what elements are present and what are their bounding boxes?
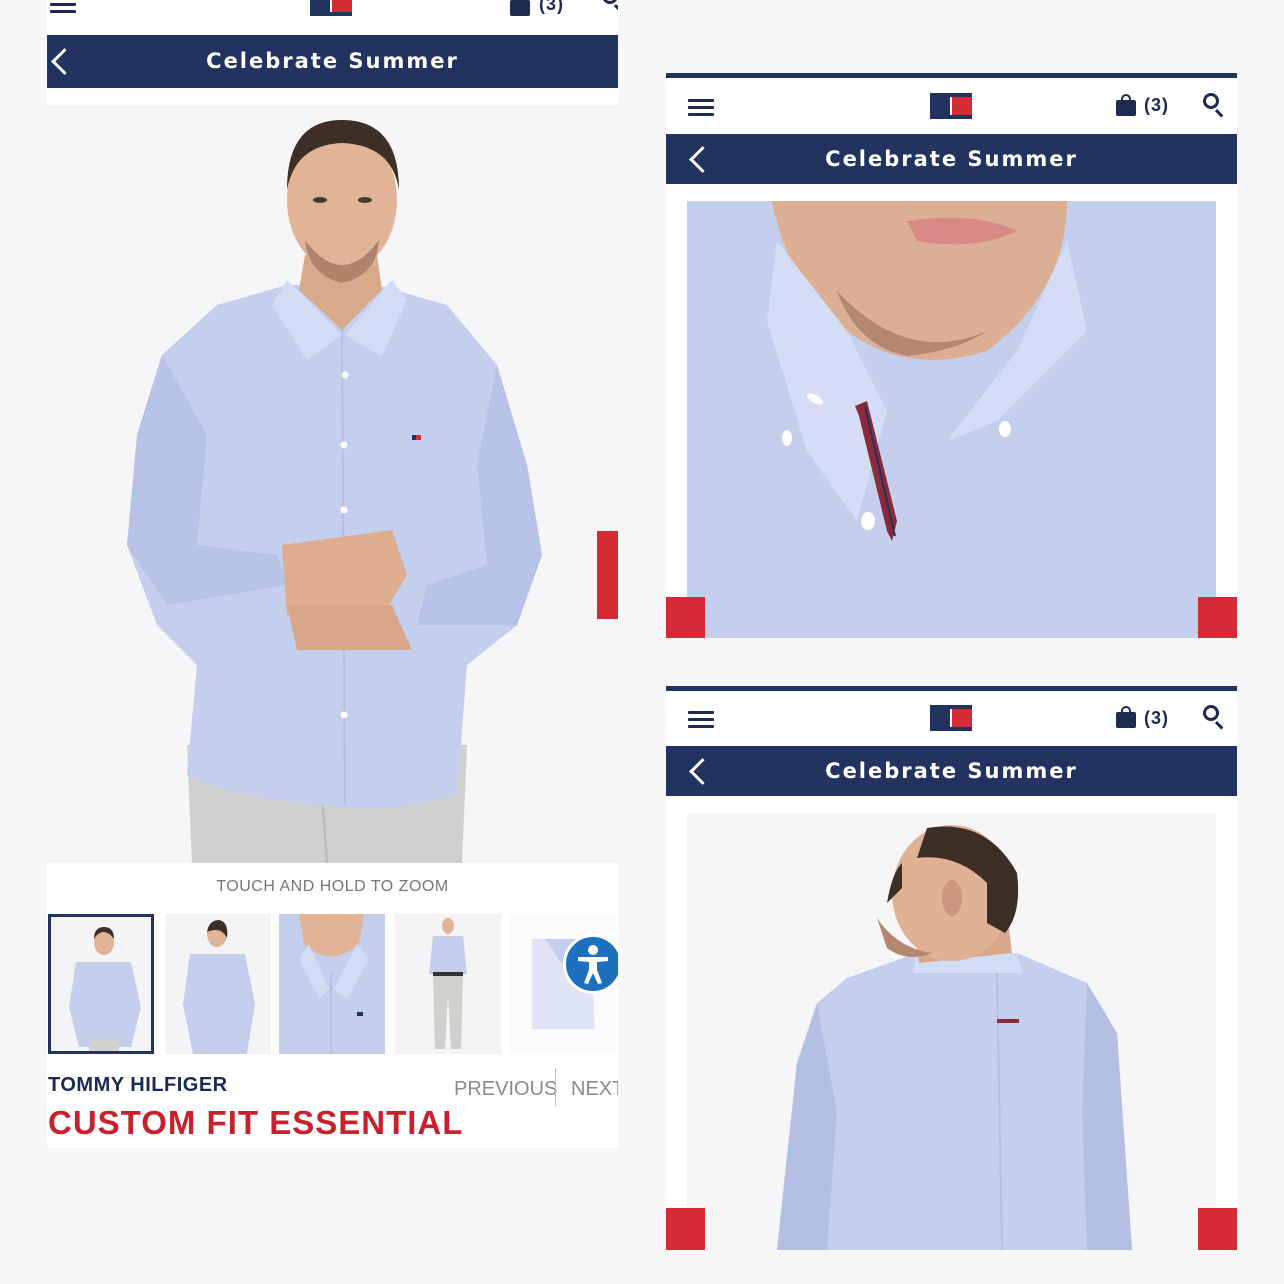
category-bar: Celebrate Summer [47,35,618,88]
pager-divider [555,1068,556,1106]
category-bar: Celebrate Summer [666,746,1237,796]
top-bar: (3) [666,73,1237,134]
thumbnail-full-length[interactable] [395,914,501,1054]
brand-flag-logo[interactable] [930,705,972,731]
product-back-image[interactable] [687,813,1216,1250]
brand-flag-logo[interactable] [930,93,972,119]
next-image-tab[interactable] [1198,1208,1237,1250]
shopping-bag-icon[interactable] [510,0,530,16]
product-main-image[interactable] [47,105,618,863]
shopping-bag-icon[interactable] [1116,94,1136,116]
previous-link[interactable]: PREVIOUS [454,1078,557,1101]
category-title: Celebrate Summer [825,759,1078,783]
left-screenshot: (3) Celebrate Summer TOUCH AND HOLD TO Z… [47,0,618,1148]
top-bar: (3) [666,686,1237,746]
product-name: CUSTOM FIT ESSENTIAL [48,1104,464,1141]
cart-count[interactable]: (3) [1144,708,1169,729]
cart-count[interactable]: (3) [1144,95,1169,116]
thumbnail-back-view[interactable] [165,914,271,1054]
search-icon[interactable] [602,0,618,13]
prev-image-tab[interactable] [666,1208,705,1250]
brand-flag-logo[interactable] [310,0,352,16]
prev-image-tab[interactable] [666,597,705,638]
thumbnail-front-view[interactable] [48,914,154,1054]
accessibility-icon[interactable] [563,934,618,994]
category-title: Celebrate Summer [825,147,1078,171]
thumbnail-image [165,914,271,1054]
zoom-hint: TOUCH AND HOLD TO ZOOM [216,878,449,895]
search-icon[interactable] [1203,705,1227,730]
category-title: Celebrate Summer [206,49,459,73]
next-image-tab[interactable] [597,531,618,619]
search-icon[interactable] [1203,93,1227,118]
category-bar: Celebrate Summer [666,134,1237,184]
thumbnail-image [279,914,385,1054]
thumbnail-collar-detail[interactable] [279,914,385,1054]
next-image-tab[interactable] [1198,597,1237,638]
thumbnail-image [395,914,501,1054]
menu-icon[interactable] [688,711,714,729]
next-link[interactable]: NEXT [571,1078,618,1101]
menu-icon[interactable] [688,99,714,117]
right-top-screenshot: (3) Celebrate Summer [666,73,1237,638]
right-bottom-screenshot: (3) Celebrate Summer [666,686,1237,1250]
product-zoom-image[interactable] [687,201,1216,638]
shopping-bag-icon[interactable] [1116,706,1136,728]
thumbnail-image [51,917,151,1051]
cart-count[interactable]: (3) [539,0,564,15]
brand-name[interactable]: TOMMY HILFIGER [48,1074,228,1097]
menu-icon[interactable] [50,0,76,14]
top-bar: (3) [47,0,618,34]
